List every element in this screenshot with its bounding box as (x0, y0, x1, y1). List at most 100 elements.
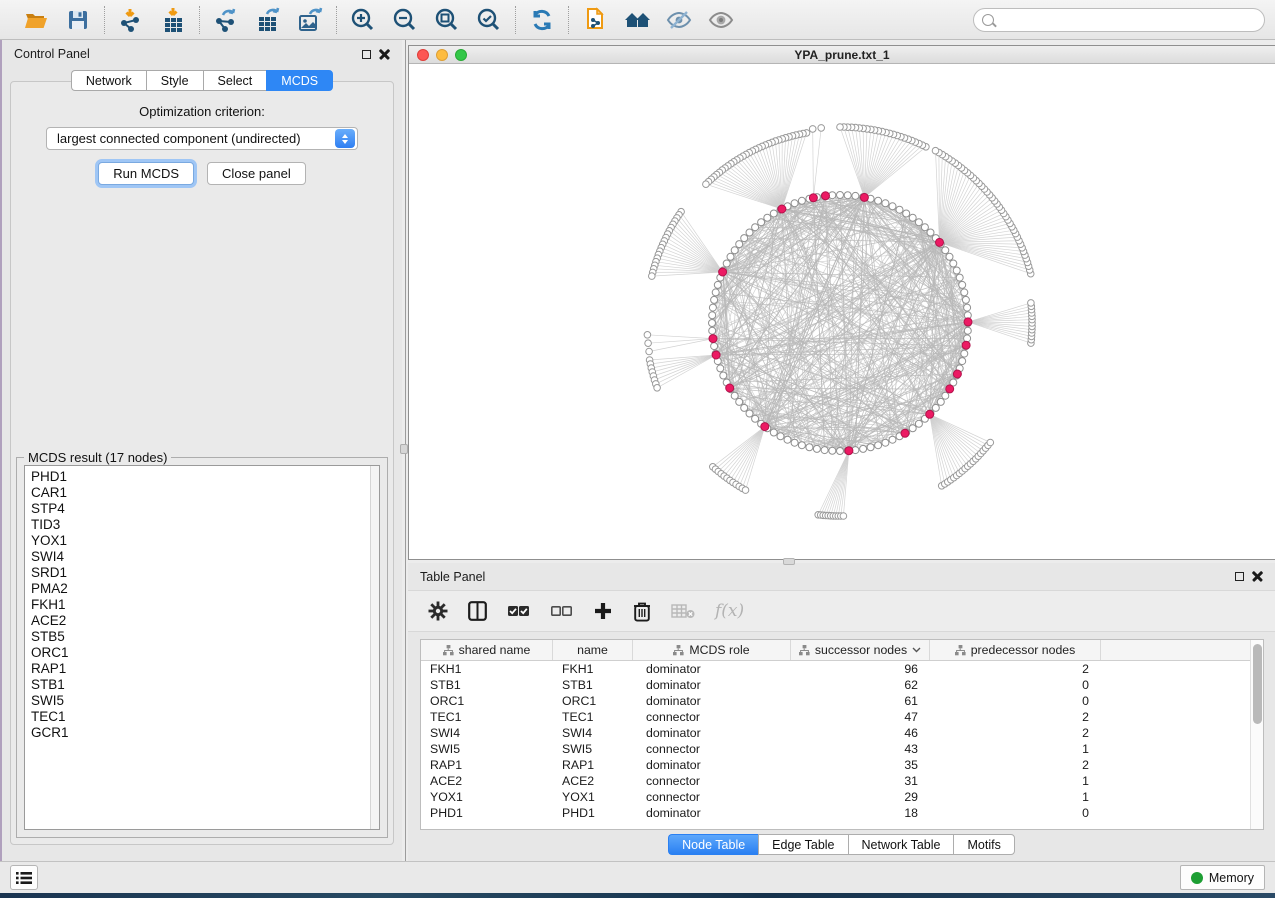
mcds-result-item[interactable]: SWI5 (31, 693, 370, 709)
table-row[interactable]: SWI4SWI4dominator462 (421, 725, 1250, 741)
tab-motifs[interactable]: Motifs (953, 834, 1014, 855)
table-row[interactable]: YOX1YOX1connector291 (421, 789, 1250, 805)
network-node[interactable] (809, 126, 816, 133)
mcds-result-item[interactable]: GCR1 (31, 725, 370, 741)
close-panel-icon[interactable] (1252, 571, 1263, 582)
mcds-result-item[interactable]: SWI4 (31, 549, 370, 565)
mcds-node[interactable] (726, 384, 734, 392)
network-node[interactable] (711, 296, 718, 303)
mcds-result-item[interactable]: ACE2 (31, 613, 370, 629)
network-node[interactable] (709, 327, 716, 334)
network-node[interactable] (703, 181, 710, 188)
mcds-node[interactable] (712, 351, 720, 359)
search-input[interactable] (999, 13, 1256, 27)
network-node[interactable] (818, 125, 825, 132)
network-node[interactable] (821, 447, 828, 454)
mcds-result-item[interactable]: STB5 (31, 629, 370, 645)
mcds-node[interactable] (778, 205, 786, 213)
network-node[interactable] (741, 404, 748, 411)
network-node[interactable] (712, 289, 719, 296)
network-node[interactable] (1028, 300, 1035, 307)
network-node[interactable] (915, 219, 922, 226)
network-node[interactable] (932, 147, 939, 154)
mcds-node[interactable] (845, 447, 853, 455)
add-column-icon[interactable] (593, 596, 613, 626)
show-analysis-eye-icon[interactable] (707, 6, 735, 34)
network-node[interactable] (903, 210, 910, 217)
network-node[interactable] (927, 229, 934, 236)
task-history-button[interactable] (10, 865, 38, 890)
network-node[interactable] (962, 296, 969, 303)
table-row[interactable]: FKH1FKH1dominator962 (421, 661, 1250, 677)
network-node[interactable] (956, 274, 963, 281)
network-node[interactable] (921, 224, 928, 231)
home-pages-icon[interactable] (623, 6, 651, 34)
column-header-successor-nodes[interactable]: successor nodes (791, 640, 930, 660)
network-node[interactable] (987, 439, 994, 446)
network-node[interactable] (844, 192, 851, 199)
network-node[interactable] (882, 439, 889, 446)
network-node[interactable] (959, 358, 966, 365)
network-node[interactable] (798, 197, 805, 204)
network-node[interactable] (731, 247, 738, 254)
network-node[interactable] (813, 445, 820, 452)
mcds-result-item[interactable]: PMA2 (31, 581, 370, 597)
mcds-node[interactable] (936, 238, 944, 246)
network-node[interactable] (736, 241, 743, 248)
network-node[interactable] (964, 304, 971, 311)
float-panel-icon[interactable] (362, 50, 371, 59)
mcds-node[interactable] (860, 193, 868, 201)
tab-network[interactable]: Network (71, 70, 146, 91)
network-document-icon[interactable] (581, 6, 609, 34)
network-node[interactable] (723, 260, 730, 267)
network-node[interactable] (946, 253, 953, 260)
network-node[interactable] (791, 200, 798, 207)
network-node[interactable] (777, 433, 784, 440)
network-node[interactable] (937, 398, 944, 405)
network-node[interactable] (882, 200, 889, 207)
optimization-criterion-select[interactable]: largest connected component (undirected) (46, 127, 358, 150)
tab-mcds[interactable]: MCDS (266, 70, 333, 91)
network-node[interactable] (731, 392, 738, 399)
network-node[interactable] (875, 442, 882, 449)
run-mcds-button[interactable]: Run MCDS (98, 162, 194, 185)
column-header-MCDS-role[interactable]: MCDS role (633, 640, 791, 660)
network-node[interactable] (746, 229, 753, 236)
network-node[interactable] (746, 410, 753, 417)
network-node[interactable] (752, 224, 759, 231)
network-node[interactable] (649, 273, 656, 280)
tab-node-table[interactable]: Node Table (668, 834, 758, 855)
memory-button[interactable]: Memory (1180, 865, 1265, 890)
tab-edge-table[interactable]: Edge Table (758, 834, 847, 855)
network-node[interactable] (909, 214, 916, 221)
zoom-out-icon[interactable] (391, 6, 419, 34)
network-node[interactable] (964, 327, 971, 334)
close-panel-icon[interactable] (379, 49, 390, 60)
network-node[interactable] (764, 214, 771, 221)
mcds-node[interactable] (962, 341, 970, 349)
mcds-node[interactable] (809, 194, 817, 202)
network-node[interactable] (961, 289, 968, 296)
network-node[interactable] (875, 197, 882, 204)
mcds-result-item[interactable]: STB1 (31, 677, 370, 693)
mcds-node[interactable] (709, 335, 717, 343)
search-box[interactable] (973, 8, 1265, 32)
network-node[interactable] (791, 439, 798, 446)
network-node[interactable] (852, 192, 859, 199)
network-node[interactable] (720, 372, 727, 379)
mcds-result-item[interactable]: YOX1 (31, 533, 370, 549)
network-node[interactable] (953, 267, 960, 274)
table-scrollbar[interactable] (1250, 640, 1263, 829)
network-node[interactable] (932, 404, 939, 411)
network-node[interactable] (646, 348, 653, 355)
network-node[interactable] (727, 253, 734, 260)
table-row[interactable]: PHD1PHD1dominator180 (421, 805, 1250, 821)
mcds-node[interactable] (946, 385, 954, 393)
zoom-selected-icon[interactable] (475, 6, 503, 34)
network-node[interactable] (711, 343, 718, 350)
network-node[interactable] (770, 429, 777, 436)
mcds-result-item[interactable]: FKH1 (31, 597, 370, 613)
mcds-node[interactable] (953, 370, 961, 378)
zoom-fit-icon[interactable] (433, 6, 461, 34)
network-node[interactable] (837, 124, 844, 131)
